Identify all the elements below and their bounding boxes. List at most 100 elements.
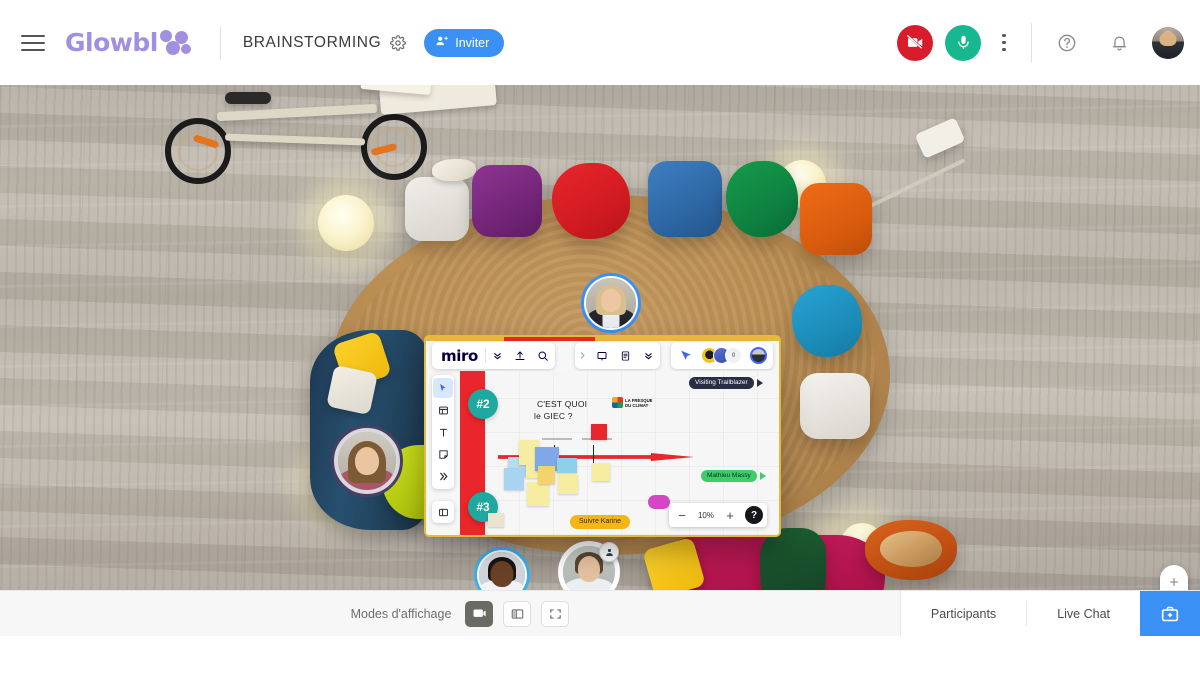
mode-fullscreen[interactable] — [541, 600, 570, 627]
stage-zoom-controls — [1160, 565, 1188, 590]
header-controls — [897, 22, 1200, 63]
search-icon[interactable] — [532, 342, 555, 369]
select-tool[interactable] — [433, 378, 453, 398]
tab-participants[interactable]: Participants — [901, 591, 1026, 636]
marker-label: #3 — [476, 500, 490, 514]
sticky-note[interactable] — [591, 424, 607, 440]
sticky-note[interactable] — [592, 463, 610, 481]
document-icon[interactable] — [614, 342, 637, 369]
fresque-mark-icon — [612, 397, 623, 408]
cursor-label: Mathieu Massy — [701, 470, 757, 482]
sticky-note[interactable] — [527, 482, 549, 506]
sticky-note[interactable] — [488, 513, 504, 527]
more-options-icon[interactable] — [637, 342, 660, 369]
stage-zoom-in-button[interactable] — [1160, 565, 1188, 590]
footer-blank-area — [0, 636, 1200, 675]
question-circle-icon[interactable] — [1050, 26, 1084, 60]
display-modes-label: Modes d'affichage — [350, 606, 452, 621]
chevron-double-down-icon[interactable] — [486, 342, 509, 369]
zoom-out-button[interactable]: − — [673, 505, 691, 525]
add-person-icon — [435, 34, 449, 51]
fresque-line-1: LA FRESQUE — [625, 397, 653, 403]
template-icon[interactable] — [433, 400, 453, 420]
miro-logo[interactable]: miro — [432, 347, 485, 365]
cursor-suivre-karine: Suivre Karine — [570, 515, 631, 529]
avatar[interactable] — [1152, 26, 1184, 59]
kebab-menu-icon[interactable] — [991, 25, 1017, 61]
text-t-icon[interactable] — [433, 422, 453, 442]
cursor-label: Visiting Trailblazer — [689, 377, 754, 389]
participant-bottom-left[interactable] — [474, 547, 530, 590]
sticky-note[interactable] — [504, 468, 524, 490]
marker-label: #2 — [476, 397, 490, 411]
glowbl-logo[interactable]: Glowbl — [65, 28, 194, 57]
cursor-pink-chip — [648, 495, 670, 509]
briefcase-icon[interactable] — [1140, 591, 1200, 636]
miro-view-group — [574, 342, 660, 369]
bell-icon[interactable] — [1102, 26, 1136, 60]
invite-button[interactable]: Inviter — [424, 28, 505, 57]
camera-off-button[interactable] — [897, 24, 933, 61]
red-beanbag — [552, 163, 630, 239]
timeline-label — [542, 438, 572, 440]
miro-toolbar: miro 0 — [432, 342, 773, 369]
participant-photo — [338, 432, 396, 490]
upload-icon[interactable] — [509, 342, 532, 369]
sticky-note-icon[interactable] — [433, 444, 453, 464]
gear-icon[interactable] — [390, 34, 407, 51]
display-modes-bar: Modes d'affichage — [0, 591, 920, 636]
collaborator-avatars[interactable]: 0 — [697, 347, 747, 364]
canvas-title-line-2: le GIEC ? — [534, 411, 573, 421]
sticky-note[interactable] — [538, 466, 555, 484]
grey-pouf — [405, 177, 469, 241]
orange-pouf — [800, 183, 872, 255]
participant-top-center[interactable] — [581, 273, 641, 333]
glowbl-app: Glowbl BRAINSTORMING Inviter miro 0 #2 #… — [0, 0, 1200, 675]
zoom-level-label: 10% — [697, 510, 714, 520]
sticky-note[interactable] — [558, 474, 578, 494]
mode-split-view[interactable] — [503, 600, 532, 627]
miro-left-toolbar — [432, 375, 454, 489]
blue-pouf — [648, 161, 722, 237]
virtual-room-stage[interactable]: miro 0 #2 #3 C'EST QUOI le GIEC ? LA FRE… — [0, 85, 1200, 590]
participant-left-sofa[interactable] — [331, 425, 403, 497]
app-header: Glowbl BRAINSTORMING Inviter — [0, 0, 1200, 85]
cursor-label: Suivre Karine — [570, 515, 631, 529]
logo-dots-icon — [159, 29, 194, 56]
cat-decoration — [432, 159, 476, 181]
microphone-button[interactable] — [945, 24, 981, 61]
participant-bottom-center[interactable] — [558, 541, 620, 590]
hamburger-icon[interactable] — [17, 29, 51, 57]
green-drape — [760, 528, 826, 590]
chevron-double-right-icon[interactable] — [433, 466, 453, 486]
timeline-tick — [593, 445, 594, 463]
invite-button-label: Inviter — [455, 35, 490, 50]
page-title: BRAINSTORMING — [242, 33, 382, 51]
cursor-share-icon[interactable] — [674, 342, 697, 369]
tab-live-chat[interactable]: Live Chat — [1027, 591, 1140, 636]
app-footer: Modes d'affichage Participants Live Chat — [0, 590, 1200, 675]
miro-brand-group: miro — [432, 342, 555, 369]
participant-photo — [479, 552, 525, 590]
cyan-beanbag — [792, 285, 862, 357]
collaborator-overflow-count[interactable]: 0 — [725, 347, 742, 364]
mode-stage-view[interactable] — [465, 600, 494, 627]
purple-pouf — [472, 165, 542, 237]
panel-toggle[interactable] — [432, 501, 454, 523]
zoom-in-button[interactable]: + — [721, 505, 739, 525]
sticky-note[interactable] — [557, 458, 577, 473]
footer-right-tabs: Participants Live Chat — [899, 591, 1200, 636]
brand-name: Glowbl — [65, 28, 158, 57]
miro-board-window[interactable]: miro 0 #2 #3 C'EST QUOI le GIEC ? LA FRE… — [424, 335, 781, 537]
frame-icon[interactable] — [591, 342, 614, 369]
fresque-du-climat-logo: LA FRESQUE DU CLIMAT — [612, 397, 653, 408]
chevron-right-icon[interactable] — [575, 342, 591, 369]
white-pouf — [800, 373, 870, 439]
presenter-badge-icon[interactable] — [599, 542, 619, 562]
collaborator-count-label: 0 — [731, 352, 736, 359]
board-help-button[interactable]: ? — [745, 506, 763, 524]
header-divider-2 — [1031, 22, 1032, 63]
header-divider — [219, 25, 221, 60]
marker-bubble-2[interactable]: #2 — [468, 389, 498, 419]
current-user-avatar[interactable] — [747, 342, 770, 369]
